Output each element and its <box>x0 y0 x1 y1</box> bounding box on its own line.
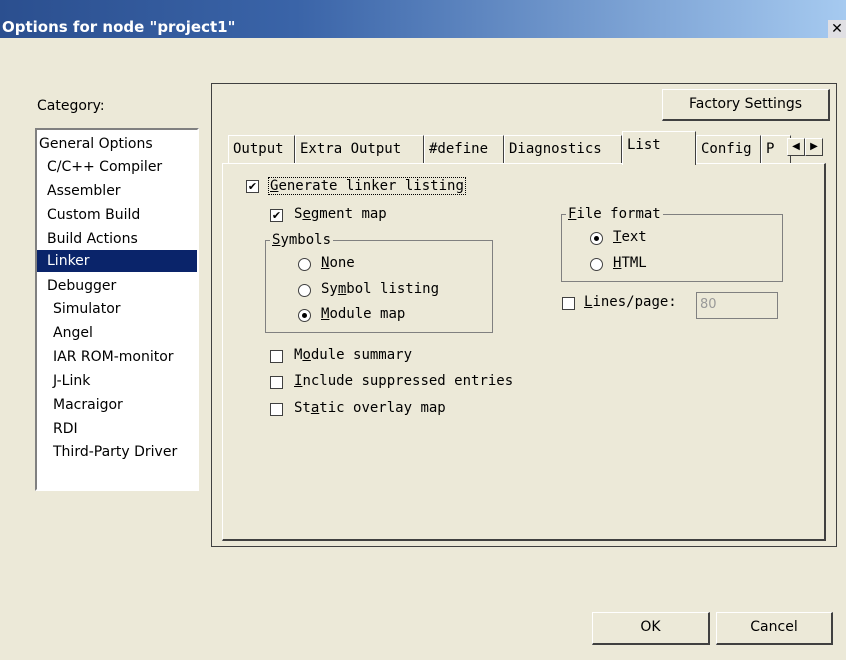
category-item-third-party-driver[interactable]: Third-Party Driver <box>53 441 213 463</box>
file-format-html-radio[interactable] <box>590 258 603 271</box>
category-item-angel[interactable]: Angel <box>53 322 213 344</box>
module-summary-checkbox[interactable] <box>270 350 283 363</box>
lines-per-page-label: Lines/page: <box>584 294 677 310</box>
category-item-linker[interactable]: Linker <box>37 250 197 272</box>
file-format-group-title: File format <box>566 206 663 222</box>
symbols-symbol-listing-label: Symbol listing <box>321 281 440 297</box>
tab-list[interactable]: List <box>622 131 696 165</box>
symbols-none-label: None <box>321 255 355 271</box>
symbols-none-radio[interactable] <box>298 258 311 271</box>
title-bar: Options for node "project1" ✕ <box>0 0 846 38</box>
module-summary-label: Module summary <box>294 347 413 363</box>
tab-scroll-right-icon[interactable]: ▶ <box>805 138 823 156</box>
close-icon[interactable]: ✕ <box>828 20 846 38</box>
static-overlay-map-label: Static overlay map <box>294 400 446 416</box>
window-title: Options for node "project1" <box>2 18 236 36</box>
symbols-module-map-radio[interactable] <box>298 309 311 322</box>
symbols-symbol-listing-radio[interactable] <box>298 284 311 297</box>
include-suppressed-entries-label: Include suppressed entries <box>294 373 514 389</box>
tab-config[interactable]: Config <box>696 135 761 163</box>
segment-map-label: Segment map <box>294 206 387 222</box>
include-suppressed-entries-checkbox[interactable] <box>270 376 283 389</box>
category-item-c-cpp-compiler[interactable]: C/C++ Compiler <box>47 156 207 178</box>
category-list[interactable]: General Options C/C++ Compiler Assembler… <box>35 128 199 491</box>
static-overlay-map-checkbox[interactable] <box>270 403 283 416</box>
generate-linker-listing-checkbox[interactable]: ✔ <box>246 180 259 193</box>
tab-scroll-left-icon[interactable]: ◀ <box>787 138 805 156</box>
segment-map-checkbox[interactable]: ✔ <box>270 209 283 222</box>
ok-button[interactable]: OK <box>592 612 710 645</box>
tab-output[interactable]: Output <box>228 135 295 163</box>
file-format-text-label: Text <box>613 229 647 245</box>
category-item-iar-rom-monitor[interactable]: IAR ROM-monitor <box>53 346 213 368</box>
category-item-custom-build[interactable]: Custom Build <box>47 204 207 226</box>
file-format-html-label: HTML <box>613 255 647 271</box>
tab-extra-output[interactable]: Extra Output <box>295 135 424 163</box>
category-item-simulator[interactable]: Simulator <box>53 298 213 320</box>
category-label: Category: <box>37 98 105 114</box>
symbols-module-map-label: Module map <box>321 306 406 322</box>
tab-define[interactable]: #define <box>424 135 504 163</box>
category-item-build-actions[interactable]: Build Actions <box>47 228 207 250</box>
symbols-group-title: Symbols <box>270 232 334 248</box>
category-item-j-link[interactable]: J-Link <box>53 370 213 392</box>
lines-per-page-input[interactable]: 80 <box>696 292 778 319</box>
category-item-rdi[interactable]: RDI <box>53 418 213 440</box>
tab-diagnostics[interactable]: Diagnostics <box>504 135 622 163</box>
generate-linker-listing-label: Generate linker listing <box>268 177 466 195</box>
category-item-general-options[interactable]: General Options <box>39 133 199 155</box>
file-format-group <box>561 214 783 282</box>
category-item-assembler[interactable]: Assembler <box>47 180 207 202</box>
lines-per-page-checkbox[interactable] <box>562 297 575 310</box>
category-item-debugger[interactable]: Debugger <box>47 275 207 297</box>
file-format-text-radio[interactable] <box>590 232 603 245</box>
factory-settings-button[interactable]: Factory Settings <box>662 89 830 121</box>
cancel-button[interactable]: Cancel <box>716 612 833 645</box>
category-item-macraigor[interactable]: Macraigor <box>53 394 213 416</box>
